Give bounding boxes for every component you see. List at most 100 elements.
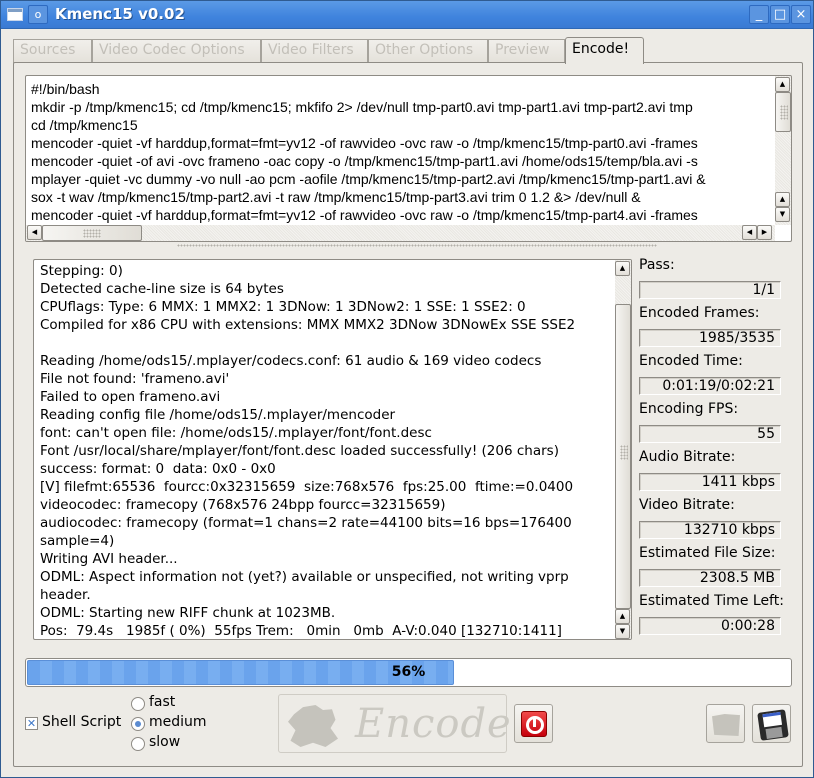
maximize-button[interactable]: □ — [770, 5, 790, 24]
encoded-time-label: Encoded Time: — [639, 353, 743, 369]
audio-bitrate-label: Audio Bitrate: — [639, 449, 736, 465]
scroll-up-button[interactable]: ▲ — [615, 261, 630, 276]
script-line: mencoder -quiet -of avi -ovc frameno -oa… — [31, 153, 698, 169]
log-line: Reading /home/ods15/.mplayer/codecs.conf… — [40, 353, 542, 369]
title-bar[interactable]: o Kmenc15 v0.02 _ □ × — [1, 1, 813, 29]
speed-slow-radio[interactable] — [131, 737, 145, 751]
log-line: sample=4) — [40, 533, 115, 549]
log-line: Font /usr/local/share/mplayer/font/font.… — [40, 443, 559, 459]
scroll-left-button[interactable]: ◀ — [27, 225, 42, 240]
log-line: ODML: Starting new RIFF chunk at 1023MB. — [40, 605, 336, 621]
speed-medium-radio[interactable] — [131, 717, 145, 731]
minimize-button[interactable]: _ — [749, 5, 769, 24]
speed-medium-label[interactable]: medium — [149, 714, 207, 730]
script-line: mkdir -p /tmp/kmenc15; cd /tmp/kmenc15; … — [31, 99, 693, 115]
shell-script-view[interactable]: #!/bin/bash mkdir -p /tmp/kmenc15; cd /tm… — [25, 75, 792, 242]
log-line: CPUflags: Type: 6 MMX: 1 MMX2: 1 3DNow: … — [40, 299, 526, 315]
scroll-up-button-2[interactable]: ▲ — [615, 609, 630, 624]
speed-fast-radio[interactable] — [131, 697, 145, 711]
speed-fast-label[interactable]: fast — [149, 694, 175, 710]
log-line: [V] filefmt:65536 fourcc:0x32315659 size… — [40, 479, 574, 495]
grip-icon — [620, 445, 628, 460]
shell-script-checkbox[interactable]: ✕ — [25, 717, 38, 730]
floppy-disk-icon — [757, 709, 789, 741]
estimated-time-left-value: 0:00:28 — [639, 617, 781, 635]
encoding-fps-value: 55 — [639, 425, 781, 443]
script-horizontal-scrollbar[interactable]: ◀ ◀ ▶ — [26, 225, 775, 241]
scroll-up-button-2[interactable]: ▲ — [775, 192, 790, 207]
kmenc-logo-icon — [288, 705, 338, 747]
save-script-button[interactable] — [752, 704, 791, 743]
log-line: Reading config file /home/ods15/.mplayer… — [40, 407, 396, 423]
scroll-right-button[interactable]: ▶ — [757, 225, 772, 240]
script-line: mencoder -quiet -vf harddup,format=fmt=y… — [31, 207, 698, 223]
splitter-handle[interactable] — [177, 244, 657, 247]
log-line: Detected cache-line size is 64 bytes — [40, 281, 284, 297]
encoding-fps-label: Encoding FPS: — [639, 401, 739, 417]
encode-progress-bar: 56% — [25, 658, 792, 687]
window-menu-button[interactable]: o — [28, 5, 48, 24]
window-title: Kmenc15 v0.02 — [55, 5, 185, 23]
log-line: File not found: 'frameno.avi' — [40, 371, 230, 387]
log-line: Failed to open frameno.avi — [40, 389, 221, 405]
encode-button-label: Encode — [355, 701, 512, 747]
video-bitrate-value: 132710 kbps — [639, 521, 781, 539]
log-line: Stepping: 0) — [40, 263, 123, 279]
scroll-down-button[interactable]: ▼ — [775, 207, 790, 222]
shell-script-text[interactable]: #!/bin/bash mkdir -p /tmp/kmenc15; cd /tm… — [31, 80, 776, 225]
shell-script-label[interactable]: Shell Script — [42, 714, 121, 730]
encoded-time-value: 0:01:19/0:02:21 — [639, 377, 781, 395]
pass-value: 1/1 — [639, 281, 781, 299]
folder-icon — [712, 714, 740, 736]
encoder-log-text[interactable]: Stepping: 0) Detected cache-line size is … — [40, 262, 615, 639]
script-line: sox -t wav /tmp/kmenc15/tmp-part2.avi -t… — [31, 189, 641, 205]
script-line: #!/bin/bash — [31, 81, 100, 97]
script-hscroll-thumb[interactable] — [42, 225, 142, 241]
script-line: mplayer -quiet -vc dummy -vo null -ao pc… — [31, 171, 706, 187]
script-line: mencoder -quiet -vf harddup,format=fmt=y… — [31, 135, 698, 151]
log-line: Pos: 79.4s 1985f ( 0%) 55fps Trem: 0min … — [40, 623, 562, 639]
pass-label: Pass: — [639, 257, 675, 273]
tab-preview[interactable]: Preview — [488, 39, 565, 63]
audio-bitrate-value: 1411 kbps — [639, 473, 781, 491]
encoder-log-view[interactable]: Stepping: 0) Detected cache-line size is … — [33, 259, 632, 640]
stop-power-icon — [521, 711, 547, 737]
grip-icon — [83, 229, 101, 238]
log-vertical-scrollbar[interactable]: ▲ ▲ ▼ — [615, 260, 631, 639]
log-line: Compiled for x86 CPU with extensions: MM… — [40, 317, 576, 333]
window-app-icon — [7, 8, 23, 21]
log-line: audiocodec: framecopy (format=1 chans=2 … — [40, 515, 572, 531]
tab-video-filters[interactable]: Video Filters — [261, 39, 368, 63]
video-bitrate-label: Video Bitrate: — [639, 497, 735, 513]
log-line: Writing AVI header... — [40, 551, 178, 567]
tab-encode[interactable]: Encode! — [565, 37, 644, 64]
speed-slow-label[interactable]: slow — [149, 734, 180, 750]
encoded-frames-value: 1985/3535 — [639, 329, 781, 347]
encode-button[interactable]: Encode — [278, 694, 511, 753]
close-button[interactable]: × — [791, 5, 811, 24]
main-window: o Kmenc15 v0.02 _ □ × Sources Video Code… — [0, 0, 814, 778]
script-vscroll-thumb[interactable] — [775, 92, 791, 132]
scroll-down-button[interactable]: ▼ — [615, 624, 630, 639]
tab-video-codec-options[interactable]: Video Codec Options — [92, 39, 261, 63]
estimated-file-size-value: 2308.5 MB — [639, 569, 781, 587]
script-line: cd /tmp/kmenc15 — [31, 117, 138, 133]
open-script-button[interactable] — [706, 704, 745, 743]
log-vscroll-thumb[interactable] — [615, 304, 631, 609]
progress-label: 56% — [391, 664, 426, 680]
estimated-file-size-label: Estimated File Size: — [639, 545, 776, 561]
log-line: ODML: Aspect information not (yet?) avai… — [40, 569, 569, 585]
encoded-frames-label: Encoded Frames: — [639, 305, 760, 321]
log-line: font: can't open file: /home/ods15/.mpla… — [40, 425, 432, 441]
tab-other-options[interactable]: Other Options — [368, 39, 488, 63]
stop-button[interactable] — [514, 704, 553, 743]
grip-icon — [780, 105, 788, 120]
script-vertical-scrollbar[interactable]: ▲ ▲ ▼ — [775, 76, 791, 225]
tab-sources[interactable]: Sources — [13, 39, 92, 63]
scroll-left-button-2[interactable]: ◀ — [742, 225, 757, 240]
log-line: success: format: 0 data: 0x0 - 0x0 — [40, 461, 276, 477]
log-line: videocodec: framecopy (768x576 24bpp fou… — [40, 497, 446, 513]
log-line: header. — [40, 587, 91, 603]
scroll-up-button[interactable]: ▲ — [775, 77, 790, 92]
